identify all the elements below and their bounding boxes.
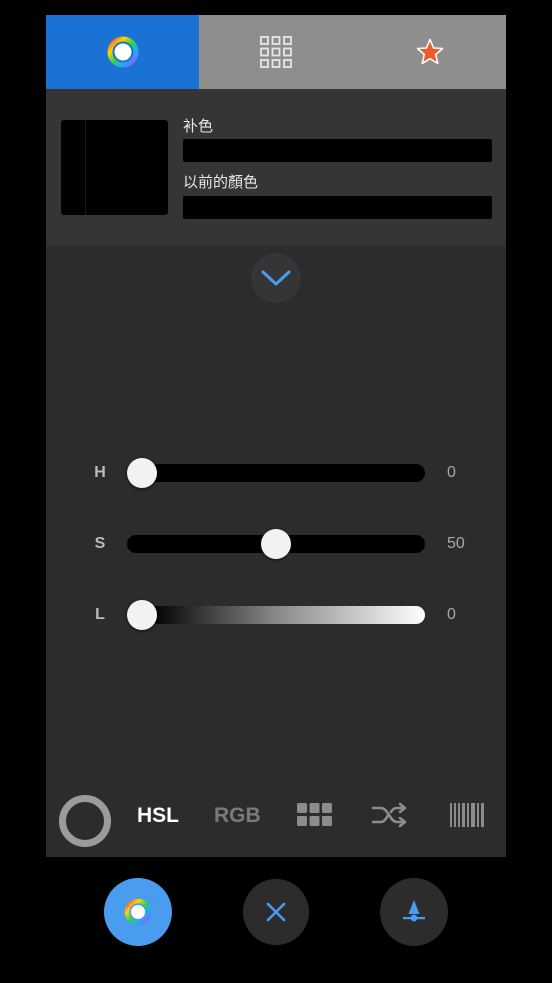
previous-color-field[interactable]: [183, 196, 492, 219]
swatch-divider: [85, 120, 86, 215]
saturation-label: S: [94, 535, 106, 552]
hue-track[interactable]: [127, 458, 425, 488]
hue-label: H: [94, 464, 106, 481]
saturation-slider-row: S 50: [46, 529, 506, 559]
lightness-label: L: [95, 606, 105, 623]
color-swatch[interactable]: [61, 120, 168, 215]
tab-palette-grid[interactable]: [199, 15, 353, 89]
saturation-value: 50: [447, 535, 465, 552]
chevron-down-icon: [261, 270, 291, 286]
ring-icon[interactable]: [59, 795, 111, 847]
color-wheel-icon: [124, 898, 152, 926]
swatches-icon: [297, 803, 332, 826]
eyedropper-button[interactable]: [380, 878, 448, 946]
hue-value: 0: [447, 464, 456, 481]
mode-rgb-tab[interactable]: RGB: [214, 804, 261, 828]
grid-icon: [260, 36, 292, 68]
mode-swatches-tab[interactable]: [297, 802, 333, 833]
saturation-track[interactable]: [127, 529, 425, 559]
mode-bar: HSL RGB: [46, 790, 506, 847]
mode-barcode-tab[interactable]: [450, 802, 484, 833]
complementary-color-field[interactable]: [183, 139, 492, 162]
color-preview-section: 补色 以前的顏色: [46, 89, 506, 246]
expand-button[interactable]: [251, 253, 301, 303]
tab-bar: [46, 15, 506, 89]
lightness-value: 0: [447, 606, 456, 623]
hue-slider-row: H 0: [46, 458, 506, 488]
close-icon: [266, 902, 286, 922]
lightness-slider-row: L 0: [46, 600, 506, 630]
lightness-thumb[interactable]: [127, 600, 157, 630]
star-icon: [416, 38, 443, 65]
shuffle-icon: [371, 802, 407, 828]
tab-favorites[interactable]: [353, 15, 506, 89]
eyedropper-icon: [403, 900, 425, 922]
mode-random-tab[interactable]: [371, 802, 410, 833]
lightness-track[interactable]: [127, 600, 425, 630]
saturation-thumb[interactable]: [261, 529, 291, 559]
hue-thumb[interactable]: [127, 458, 157, 488]
barcode-icon: [450, 803, 484, 827]
complementary-label: 补色: [183, 118, 214, 135]
close-button[interactable]: [243, 879, 309, 945]
tab-color-wheel[interactable]: [46, 15, 199, 89]
previous-color-label: 以前的顏色: [183, 174, 259, 191]
color-picker-button[interactable]: [104, 878, 172, 946]
color-wheel-icon: [107, 36, 138, 68]
mode-hsl-tab[interactable]: HSL: [137, 804, 179, 828]
color-picker-panel: 补色 以前的顏色 H 0 S 50 L 0 HSL RGB: [46, 15, 506, 857]
